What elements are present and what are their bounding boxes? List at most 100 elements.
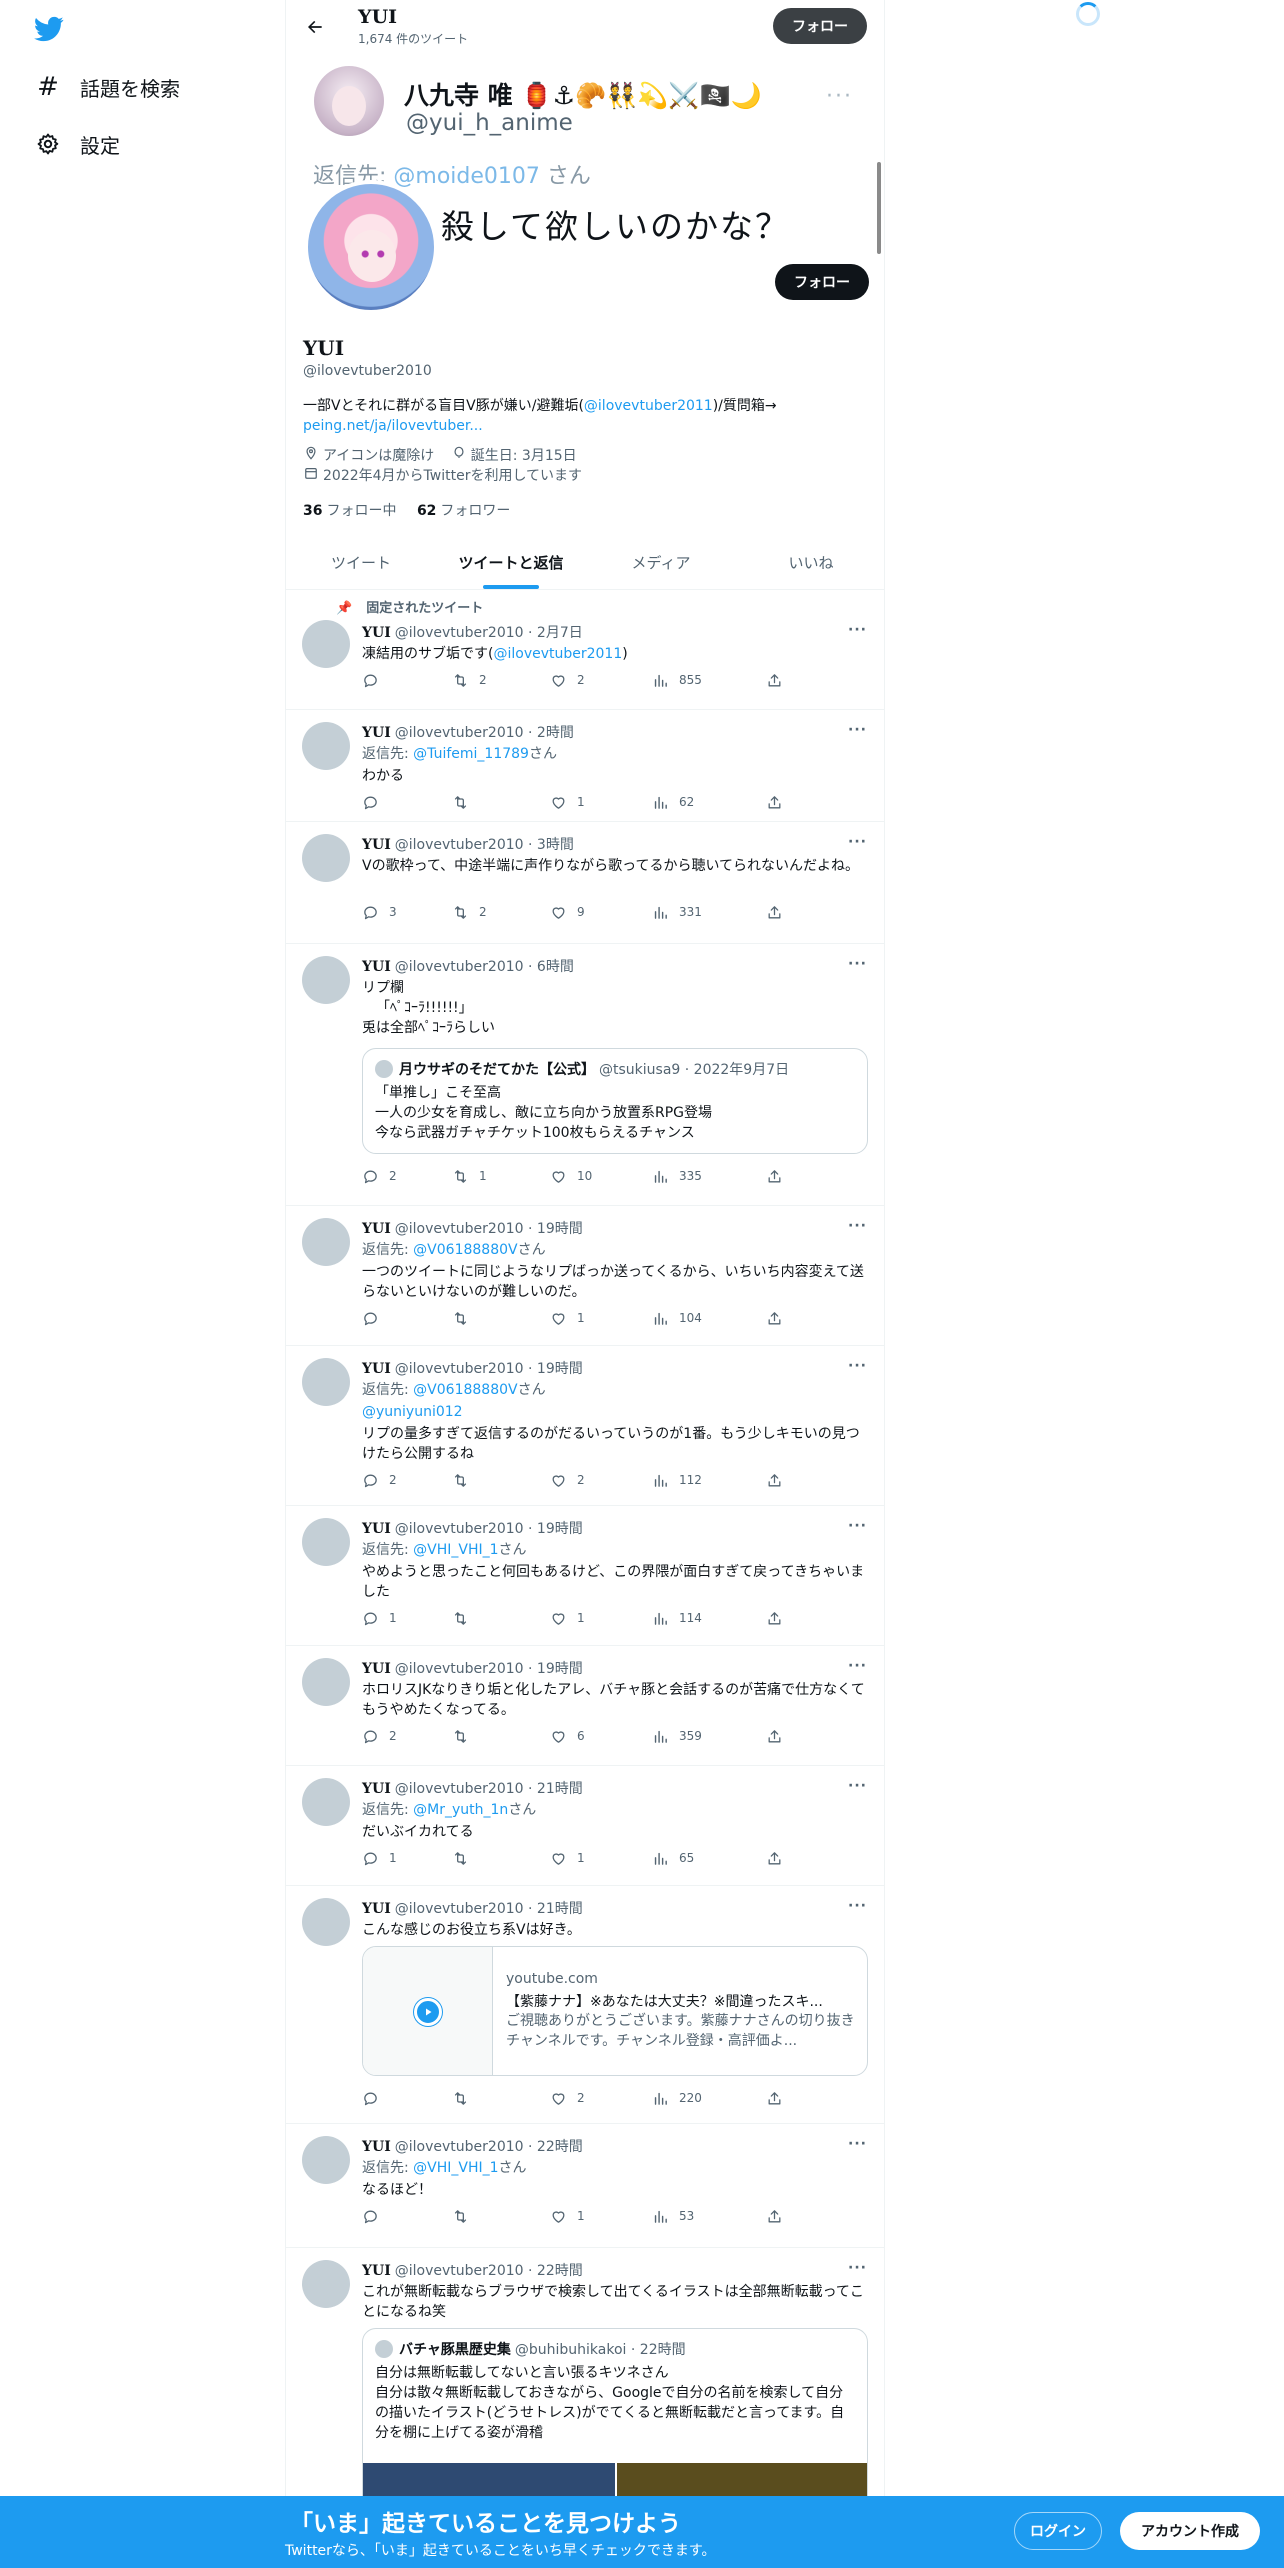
bio-url-link[interactable]: peing.net/ja/ilovevtuber... bbox=[303, 418, 483, 434]
tweet-author-name[interactable]: YUI bbox=[362, 625, 391, 641]
tweet-time[interactable]: 2月7日 bbox=[537, 625, 583, 641]
reply-button[interactable]: 2 bbox=[362, 1726, 397, 1746]
retweet-button[interactable] bbox=[452, 1848, 479, 1868]
tweet-author-handle[interactable]: @ilovevtuber2010 bbox=[395, 1901, 524, 1917]
tab-media[interactable]: メディア bbox=[586, 536, 736, 589]
tweet-author-name[interactable]: YUI bbox=[362, 1901, 391, 1917]
like-button[interactable]: 2 bbox=[550, 670, 585, 690]
more-icon[interactable]: ··· bbox=[848, 1358, 867, 1374]
tweet-time[interactable]: 22時間 bbox=[537, 2263, 583, 2279]
views-button[interactable]: 335 bbox=[652, 1166, 702, 1186]
tweet-item[interactable]: YUI @ilovevtuber2010 · 22時間 ··· 返信先: @VHI_V… bbox=[286, 2124, 884, 2248]
tweet-author-name[interactable]: YUI bbox=[362, 959, 391, 975]
retweet-button[interactable] bbox=[452, 2088, 479, 2108]
tweet-item[interactable]: YUI @ilovevtuber2010 · 3時間 ··· Vの歌枠って、中途半端に… bbox=[286, 822, 884, 944]
followers-link[interactable]: 62 フォロワー bbox=[417, 503, 510, 519]
reply-to-link[interactable]: @V06188880V bbox=[413, 1242, 517, 1258]
tweet-time[interactable]: 19時間 bbox=[537, 1661, 583, 1677]
tweet-time[interactable]: 21時間 bbox=[537, 1901, 583, 1917]
profile-avatar[interactable] bbox=[304, 180, 438, 314]
reply-button[interactable] bbox=[362, 2088, 389, 2108]
like-button[interactable]: 6 bbox=[550, 1726, 585, 1746]
like-button[interactable]: 1 bbox=[550, 2206, 585, 2226]
avatar[interactable] bbox=[302, 620, 350, 668]
avatar[interactable] bbox=[302, 2260, 350, 2308]
tweet-time[interactable]: 2時間 bbox=[537, 725, 574, 741]
more-icon[interactable]: ··· bbox=[848, 622, 867, 638]
avatar[interactable] bbox=[302, 1218, 350, 1266]
like-button[interactable]: 9 bbox=[550, 902, 585, 922]
more-icon[interactable]: ··· bbox=[848, 1898, 867, 1914]
tweet-time[interactable]: 19時間 bbox=[537, 1361, 583, 1377]
retweet-button[interactable]: 2 bbox=[452, 902, 487, 922]
tweet-item[interactable]: YUI @ilovevtuber2010 · 21時間 ··· 返信先: @Mr_yu… bbox=[286, 1766, 884, 1886]
share-button[interactable] bbox=[766, 2088, 783, 2108]
tweet-author-handle[interactable]: @ilovevtuber2010 bbox=[395, 2139, 524, 2155]
retweet-button[interactable] bbox=[452, 1608, 479, 1628]
tweet-author-name[interactable]: YUI bbox=[362, 837, 391, 853]
more-icon[interactable]: ··· bbox=[848, 1218, 867, 1234]
tab-likes[interactable]: いいね bbox=[736, 536, 884, 589]
more-icon[interactable]: ··· bbox=[848, 2260, 867, 2276]
like-button[interactable]: 2 bbox=[550, 1470, 585, 1490]
share-button[interactable] bbox=[766, 1166, 783, 1186]
share-button[interactable] bbox=[766, 2206, 783, 2226]
tweet-author-name[interactable]: YUI bbox=[362, 1361, 391, 1377]
reply-button[interactable]: 2 bbox=[362, 1470, 397, 1490]
tweet-time[interactable]: 19時間 bbox=[537, 1221, 583, 1237]
signup-button[interactable]: アカウント作成 bbox=[1120, 2512, 1260, 2550]
tweet-author-name[interactable]: YUI bbox=[362, 2263, 391, 2279]
views-button[interactable]: 53 bbox=[652, 2206, 694, 2226]
header-follow-button[interactable]: フォロー bbox=[773, 8, 867, 44]
nav-explore[interactable]: # 話題を検索 bbox=[34, 67, 180, 107]
share-button[interactable] bbox=[766, 1726, 783, 1746]
link-preview-card[interactable]: youtube.com 【紫藤ナナ】※あなたは大丈夫？※間違ったスキ... ご視聴あ… bbox=[362, 1946, 868, 2076]
tweet-author-handle[interactable]: @ilovevtuber2010 bbox=[395, 1221, 524, 1237]
avatar[interactable] bbox=[302, 722, 350, 770]
retweet-button[interactable] bbox=[452, 1308, 479, 1328]
tweet-time[interactable]: 19時間 bbox=[537, 1521, 583, 1537]
avatar[interactable] bbox=[302, 1778, 350, 1826]
more-icon[interactable]: ··· bbox=[848, 722, 867, 738]
tab-tweets[interactable]: ツイート bbox=[286, 536, 436, 589]
more-icon[interactable]: ··· bbox=[848, 956, 867, 972]
tweet-author-handle[interactable]: @ilovevtuber2010 bbox=[395, 959, 524, 975]
tweet-author-handle[interactable]: @ilovevtuber2010 bbox=[395, 2263, 524, 2279]
tweet-author-handle[interactable]: @ilovevtuber2010 bbox=[395, 1361, 524, 1377]
tweet-author-handle[interactable]: @ilovevtuber2010 bbox=[395, 625, 524, 641]
reply-to-link[interactable]: @VHI_VHI_1 bbox=[413, 2160, 498, 2176]
reply-to-link[interactable]: @VHI_VHI_1 bbox=[413, 1542, 498, 1558]
share-button[interactable] bbox=[766, 792, 783, 812]
tweet-mention-link[interactable]: @ilovevtuber2011 bbox=[493, 646, 622, 662]
back-arrow-icon[interactable] bbox=[300, 12, 330, 42]
mention-link[interactable]: @yuniyuni012 bbox=[362, 1404, 463, 1420]
profile-follow-button[interactable]: フォロー bbox=[775, 264, 869, 300]
reply-button[interactable] bbox=[362, 792, 389, 812]
tweet-item[interactable]: YUI @ilovevtuber2010 · 19時間 ··· 返信先: @VHI_V… bbox=[286, 1506, 884, 1646]
tweet-item[interactable]: YUI @ilovevtuber2010 · 2月7日 ··· 凍結用のサブ垢です(@… bbox=[286, 602, 884, 710]
tweet-author-handle[interactable]: @ilovevtuber2010 bbox=[395, 837, 524, 853]
tweet-author-name[interactable]: YUI bbox=[362, 725, 391, 741]
retweet-button[interactable]: 1 bbox=[452, 1166, 487, 1186]
views-button[interactable]: 112 bbox=[652, 1470, 702, 1490]
reply-button[interactable]: 2 bbox=[362, 1166, 397, 1186]
avatar[interactable] bbox=[302, 2136, 350, 2184]
reply-to-link[interactable]: @Tuifemi_11789 bbox=[413, 746, 529, 762]
following-link[interactable]: 36 フォロー中 bbox=[303, 503, 396, 519]
views-button[interactable]: 220 bbox=[652, 2088, 702, 2108]
retweet-button[interactable] bbox=[452, 1470, 479, 1490]
tweet-time[interactable]: 6時間 bbox=[537, 959, 574, 975]
tweet-author-name[interactable]: YUI bbox=[362, 1221, 391, 1237]
tweet-item[interactable]: YUI @ilovevtuber2010 · 6時間 ··· リプ欄 「ﾍﾟｺｰﾗ!!!… bbox=[286, 944, 884, 1206]
avatar[interactable] bbox=[302, 956, 350, 1004]
tweet-author-handle[interactable]: @ilovevtuber2010 bbox=[395, 1661, 524, 1677]
tweet-author-name[interactable]: YUI bbox=[362, 1521, 391, 1537]
retweet-button[interactable] bbox=[452, 2206, 479, 2226]
retweet-button[interactable] bbox=[452, 792, 479, 812]
tweet-item[interactable]: YUI @ilovevtuber2010 · 19時間 ··· ホロリスJKなりきり垢… bbox=[286, 1646, 884, 1766]
share-button[interactable] bbox=[766, 1848, 783, 1868]
more-icon[interactable]: ··· bbox=[848, 1518, 867, 1534]
reply-button[interactable]: 1 bbox=[362, 1608, 397, 1628]
reply-button[interactable]: 1 bbox=[362, 1848, 397, 1868]
share-button[interactable] bbox=[766, 902, 783, 922]
